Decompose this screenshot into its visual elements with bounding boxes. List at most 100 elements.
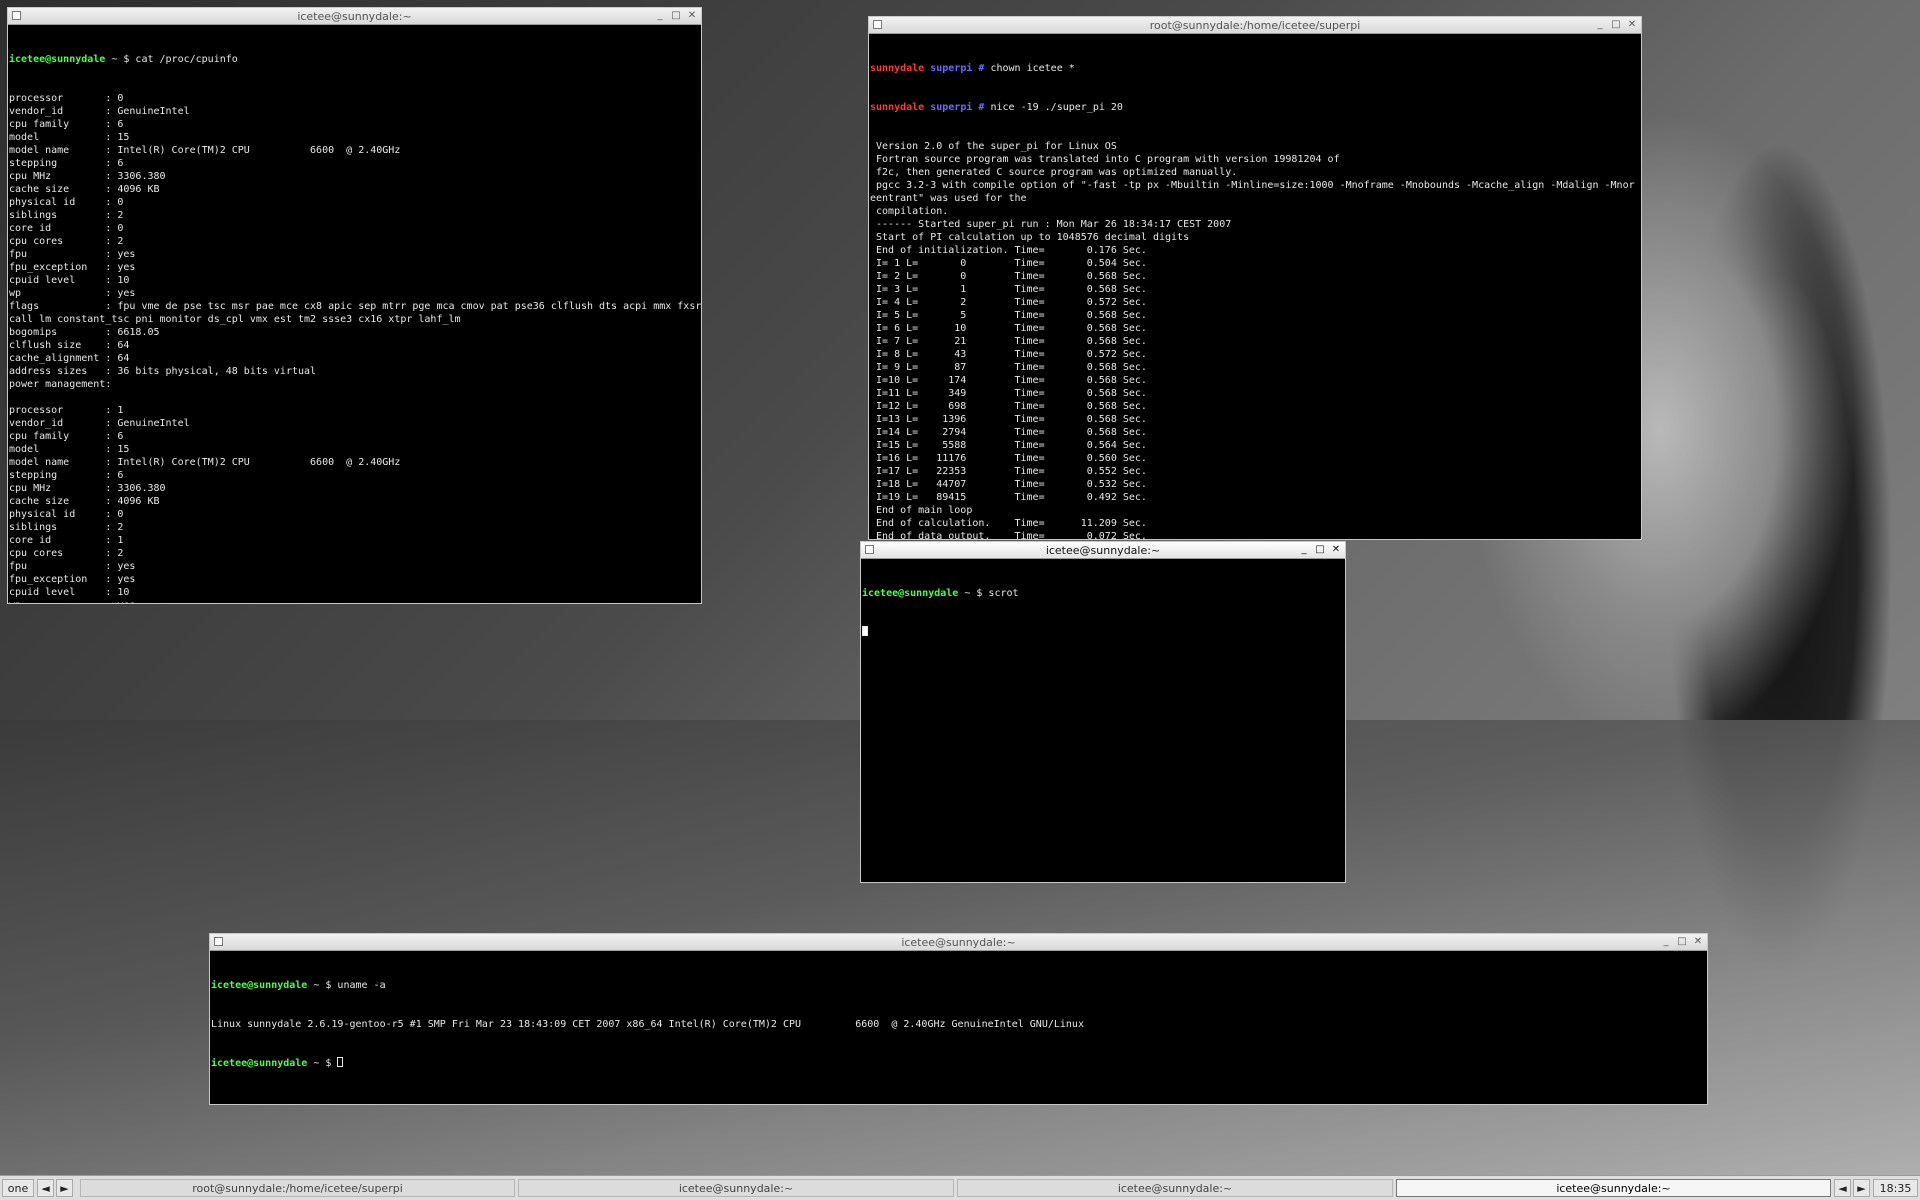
terminal-line: ------ Started super_pi run : Mon Mar 26… [870, 219, 1232, 230]
prompt-dir: superpi [930, 102, 973, 113]
terminal-window-superpi[interactable]: root@sunnydale:/home/icetee/superpi _ □ … [868, 16, 1642, 540]
titlebar[interactable]: icetee@sunnydale:~ _ □ ✕ [210, 934, 1707, 951]
terminal-line: flags : fpu vme de pse tsc msr pae mce c… [9, 301, 701, 312]
terminal-line: cpu cores : 2 [9, 236, 124, 247]
titlebar[interactable]: icetee@sunnydale:~ _ □ ✕ [8, 8, 701, 25]
titlebar[interactable]: icetee@sunnydale:~ _ □ ✕ [861, 542, 1345, 559]
terminal-line: processor : 1 [9, 405, 124, 416]
window-menu-icon[interactable] [214, 937, 223, 946]
terminal-window-scrot[interactable]: icetee@sunnydale:~ _ □ ✕ icetee@sunnydal… [860, 541, 1346, 883]
terminal-line: compilation. [870, 206, 949, 217]
terminal-line: I= 2 L= 0 Time= 0.568 Sec. [870, 271, 1147, 282]
terminal-line: model name : Intel(R) Core(TM)2 CPU 6600… [9, 457, 401, 468]
minimize-button[interactable]: _ [1297, 543, 1311, 557]
desktop-switcher[interactable]: one [2, 1179, 34, 1197]
taskbar-task-scrot[interactable]: icetee@sunnydale:~ [1396, 1179, 1831, 1197]
taskbar: one ◄ ► root@sunnydale:/home/icetee/supe… [0, 1175, 1920, 1200]
maximize-button[interactable]: □ [1313, 543, 1327, 557]
terminal-content[interactable]: icetee@sunnydale ~ $ cat /proc/cpuinfo p… [8, 25, 701, 603]
terminal-window-uname[interactable]: icetee@sunnydale:~ _ □ ✕ icetee@sunnydal… [209, 933, 1708, 1105]
terminal-line: Version 2.0 of the super_pi for Linux OS [870, 141, 1117, 152]
terminal-line: I=17 L= 22353 Time= 0.552 Sec. [870, 466, 1147, 477]
taskbar-task-uname[interactable]: icetee@sunnydale:~ [957, 1179, 1393, 1197]
terminal-line: I= 4 L= 2 Time= 0.572 Sec. [870, 297, 1147, 308]
minimize-button[interactable]: _ [653, 9, 667, 23]
terminal-line: cpuid level : 10 [9, 275, 130, 286]
terminal-line: I=16 L= 11176 Time= 0.560 Sec. [870, 453, 1147, 464]
prompt-user: icetee@sunnydale [9, 54, 106, 65]
terminal-line: model name : Intel(R) Core(TM)2 CPU 6600… [9, 145, 401, 156]
next-task-button[interactable]: ► [1853, 1179, 1870, 1197]
terminal-window-cpuinfo[interactable]: icetee@sunnydale:~ _ □ ✕ icetee@sunnydal… [7, 7, 702, 604]
terminal-line: I=11 L= 349 Time= 0.568 Sec. [870, 388, 1147, 399]
maximize-button[interactable]: □ [1675, 935, 1689, 949]
terminal-line: I= 5 L= 5 Time= 0.568 Sec. [870, 310, 1147, 321]
next-desktop-button[interactable]: ► [56, 1179, 73, 1197]
terminal-line: pgcc 3.2-3 with compile option of "-fast… [870, 180, 1635, 191]
taskbar-task-cpuinfo[interactable]: icetee@sunnydale:~ [518, 1179, 954, 1197]
terminal-line: fpu_exception : yes [9, 574, 136, 585]
terminal-line: End of calculation. Time= 11.209 Sec. [870, 518, 1147, 529]
terminal-line: core id : 0 [9, 223, 124, 234]
terminal-line: stepping : 6 [9, 470, 124, 481]
close-button[interactable]: ✕ [1691, 935, 1705, 949]
terminal-line: bogomips : 6618.05 [9, 327, 160, 338]
prompt-command: ~ $ scrot [958, 588, 1019, 599]
uname-output: Linux sunnydale 2.6.19-gentoo-r5 #1 SMP … [211, 1019, 1084, 1030]
clock: 18:35 [1873, 1179, 1918, 1197]
terminal-content[interactable]: icetee@sunnydale ~ $ uname -a Linux sunn… [210, 951, 1707, 1104]
minimize-button[interactable]: _ [1593, 18, 1607, 32]
terminal-line: fpu_exception : yes [9, 262, 136, 273]
terminal-line: power management: [9, 379, 112, 390]
taskbar-task-superpi[interactable]: root@sunnydale:/home/icetee/superpi [80, 1179, 515, 1197]
terminal-line: physical id : 0 [9, 197, 124, 208]
terminal-line: I= 8 L= 43 Time= 0.572 Sec. [870, 349, 1147, 360]
prompt-command: ~ $ [307, 1058, 338, 1069]
terminal-line: I= 3 L= 1 Time= 0.568 Sec. [870, 284, 1147, 295]
terminal-content[interactable]: sunnydale superpi # chown icetee * sunny… [869, 34, 1641, 539]
titlebar[interactable]: root@sunnydale:/home/icetee/superpi _ □ … [869, 17, 1641, 34]
terminal-line: End of initialization. Time= 0.176 Sec. [870, 245, 1147, 256]
close-button[interactable]: ✕ [685, 9, 699, 23]
window-menu-icon[interactable] [12, 11, 21, 20]
terminal-line: I=10 L= 174 Time= 0.568 Sec. [870, 375, 1147, 386]
terminal-line: call lm constant_tsc pni monitor ds_cpl … [9, 314, 461, 325]
terminal-line: siblings : 2 [9, 522, 124, 533]
terminal-line: cpu MHz : 3306.380 [9, 483, 166, 494]
terminal-line: address sizes : 36 bits physical, 48 bit… [9, 366, 317, 377]
prompt-dir: superpi [930, 63, 973, 74]
close-button[interactable]: ✕ [1625, 18, 1639, 32]
superpi-output: Version 2.0 of the super_pi for Linux OS… [870, 140, 1641, 539]
prompt-command: ~ $ uname -a [307, 980, 386, 991]
terminal-line: cpuid level : 10 [9, 587, 130, 598]
window-title: icetee@sunnydale:~ [901, 936, 1016, 949]
terminal-line: I= 1 L= 0 Time= 0.504 Sec. [870, 258, 1147, 269]
terminal-line: vendor_id : GenuineIntel [9, 106, 190, 117]
terminal-line: processor : 0 [9, 93, 124, 104]
terminal-line: cache size : 4096 KB [9, 184, 160, 195]
close-button[interactable]: ✕ [1329, 543, 1343, 557]
terminal-line: eentrant" was used for the [870, 193, 1027, 204]
prev-task-button[interactable]: ◄ [1834, 1179, 1851, 1197]
terminal-line: wp : yes [9, 288, 136, 299]
window-menu-icon[interactable] [873, 20, 882, 29]
terminal-line: I=12 L= 698 Time= 0.568 Sec. [870, 401, 1147, 412]
window-title: icetee@sunnydale:~ [1045, 544, 1161, 557]
text-cursor [337, 1057, 344, 1067]
terminal-line: vendor_id : GenuineIntel [9, 418, 190, 429]
terminal-line: siblings : 2 [9, 210, 124, 221]
window-menu-icon[interactable] [865, 545, 874, 554]
terminal-line: I=15 L= 5588 Time= 0.564 Sec. [870, 440, 1147, 451]
prev-desktop-button[interactable]: ◄ [37, 1179, 54, 1197]
maximize-button[interactable]: □ [669, 9, 683, 23]
terminal-content[interactable]: icetee@sunnydale ~ $ scrot [861, 559, 1345, 882]
terminal-line: model : 15 [9, 132, 130, 143]
window-title: root@sunnydale:/home/icetee/superpi [1149, 19, 1361, 32]
minimize-button[interactable]: _ [1659, 935, 1673, 949]
text-cursor [862, 626, 868, 636]
maximize-button[interactable]: □ [1609, 18, 1623, 32]
terminal-line: wp : yes [9, 599, 701, 603]
terminal-line: End of main loop [870, 505, 973, 516]
terminal-line: cpu family : 6 [9, 119, 124, 130]
